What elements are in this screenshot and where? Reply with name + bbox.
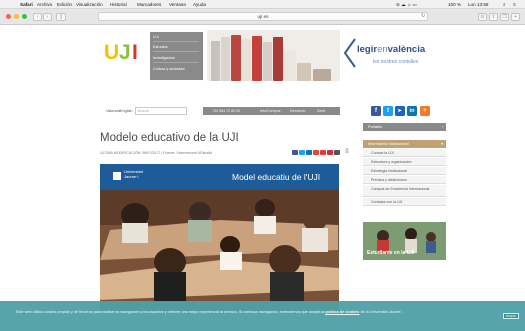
elegir-en-valencia-banner[interactable]: legirenvalència les nostres contalles xyxy=(343,32,443,80)
menu-marcadores[interactable]: Marcadores xyxy=(137,2,161,7)
info-directorio[interactable]: Directorio xyxy=(290,107,305,115)
nav-item-investigacion[interactable]: Investigación xyxy=(153,56,175,60)
main-navigation: UJI Estudios Investigación Cultura y soc… xyxy=(150,32,203,80)
notification-center-icon[interactable]: ≡ xyxy=(513,2,516,7)
status-icons: ⊘ ☁ ☼ ▭ xyxy=(396,1,417,7)
menu-ayuda[interactable]: Ayuda xyxy=(193,2,206,7)
student-promo-banner[interactable]: Estudiante en la UJI xyxy=(363,222,446,260)
sidebar-item-estructura[interactable]: Estructura y organización xyxy=(363,158,446,166)
back-button[interactable]: ‹ xyxy=(33,12,42,21)
sidebar-item-premios[interactable]: Premios y distinciones xyxy=(363,176,446,184)
address-bar-url: ujI.es xyxy=(257,14,269,19)
info-bar: +34 964 72 80 00 Info/Campus Directorio … xyxy=(203,107,340,115)
menu-visualizacion[interactable]: Visualización xyxy=(76,2,103,7)
reload-icon[interactable]: ↻ xyxy=(421,13,425,19)
print-icon[interactable]: ⎙ xyxy=(345,148,349,154)
students-exam-photo xyxy=(100,190,339,311)
nav-item-uji[interactable]: UJI xyxy=(153,35,159,39)
nav-divider xyxy=(153,41,199,42)
web-page: U J I UJI Estudios Investigación Cultura… xyxy=(0,26,525,331)
spotlight-icon[interactable]: ⌕ xyxy=(503,2,506,7)
battery-indicator[interactable]: 100 % xyxy=(448,2,461,7)
article-meta: ÚLTIMA MODIFICACIÓN: 06/07/2017 | Fuente… xyxy=(100,151,213,155)
share-google-icon[interactable] xyxy=(313,150,319,155)
lang-english[interactable]: English xyxy=(120,109,132,113)
cookie-text: Este web utiliza cookies propias y de te… xyxy=(16,310,403,314)
share-more-icon[interactable] xyxy=(334,150,340,155)
uji-crest-icon xyxy=(113,172,121,180)
lang-valencia[interactable]: Valencià xyxy=(106,109,120,113)
zoom-window-button[interactable] xyxy=(22,14,27,19)
facebook-icon[interactable]: f xyxy=(371,106,381,116)
close-window-button[interactable] xyxy=(6,14,11,19)
address-bar[interactable]: ujI.es xyxy=(98,12,428,21)
cookie-consent-bar: Este web utiliza cookies propias y de te… xyxy=(0,301,525,331)
twitter-icon[interactable]: t xyxy=(383,106,393,116)
info-sede[interactable]: Sede xyxy=(317,107,325,115)
sidebar-toggle-icon[interactable]: ▯ xyxy=(56,12,66,21)
forward-button[interactable]: › xyxy=(43,12,52,21)
nav-item-estudios[interactable]: Estudios xyxy=(153,45,168,49)
share-pinterest-icon[interactable] xyxy=(320,150,326,155)
new-tab-button[interactable]: + xyxy=(511,12,520,21)
promo-caption: Estudiante en la UJI xyxy=(367,250,415,256)
nav-divider xyxy=(153,51,199,52)
menu-app-name[interactable]: Safari xyxy=(20,2,33,7)
youtube-icon[interactable]: ▸ xyxy=(395,106,405,116)
share-linkedin-icon[interactable] xyxy=(306,150,312,155)
search-input[interactable]: Buscar xyxy=(135,107,187,115)
menu-edicion[interactable]: Edición xyxy=(57,2,72,7)
downloads-icon[interactable]: ⊙ xyxy=(478,12,487,21)
uji-logo[interactable]: U J I xyxy=(104,42,148,66)
share-email-icon[interactable] xyxy=(327,150,333,155)
page-title: Modelo educativo de la UJI xyxy=(100,132,239,144)
menu-historial[interactable]: Historial xyxy=(110,2,127,7)
tabs-overview-icon[interactable]: ❐ xyxy=(500,12,509,21)
share-twitter-icon[interactable] xyxy=(299,150,305,155)
cookie-policy-link[interactable]: política de cookies xyxy=(325,310,359,314)
share-facebook-icon[interactable] xyxy=(292,150,298,155)
chevron-right-icon: › xyxy=(441,125,443,129)
add-icon[interactable]: + xyxy=(420,106,430,116)
browser-toolbar: ‹ › ▯ ujI.es ↻ ⊙ ⇪ ❐ + xyxy=(0,9,525,25)
share-icon[interactable]: ⇪ xyxy=(489,12,498,21)
sidebar-portales[interactable]: Portales › xyxy=(363,123,446,131)
hero-brand: Universitat Jaume·I xyxy=(124,169,143,179)
chevron-down-icon: ▾ xyxy=(441,142,443,146)
accept-cookies-button[interactable]: Acepto xyxy=(503,313,519,319)
nav-item-cultura[interactable]: Cultura y sociedad xyxy=(153,67,184,71)
banner-subtitle: les nostres contalles xyxy=(373,59,419,65)
books-banner-image[interactable] xyxy=(207,30,340,81)
hero-caption: Model educatiu de l'UJI xyxy=(232,172,321,182)
hero-image: Universitat Jaume·I Model educatiu de l'… xyxy=(100,164,339,311)
macos-menu-bar: Safari Archivo Edición Visualización His… xyxy=(0,0,525,9)
info-phone[interactable]: +34 964 72 80 00 xyxy=(212,107,240,115)
sidebar-item-contacta[interactable]: Contacta con la UJI xyxy=(363,198,446,206)
chevron-icon xyxy=(343,38,356,68)
info-campus[interactable]: Info/Campus xyxy=(260,107,280,115)
minimize-window-button[interactable] xyxy=(14,14,19,19)
banner-brand: legirenvalència xyxy=(357,44,426,55)
sidebar-item-estrategia[interactable]: Estrategia institucional xyxy=(363,167,446,175)
menu-ventana[interactable]: Ventana xyxy=(169,2,186,7)
menu-archivo[interactable]: Archivo xyxy=(37,2,52,7)
linkedin-icon[interactable]: in xyxy=(407,106,417,116)
sidebar-item-campus[interactable]: Campus de Excelencia Internacional xyxy=(363,185,446,197)
sidebar-item-conoce[interactable]: Conoce la UJI xyxy=(363,149,446,157)
clock[interactable]: Lun 13:58 xyxy=(468,2,488,7)
nav-divider xyxy=(153,62,199,63)
sidebar-info-institucional[interactable]: Información institucional ▾ xyxy=(363,140,446,148)
